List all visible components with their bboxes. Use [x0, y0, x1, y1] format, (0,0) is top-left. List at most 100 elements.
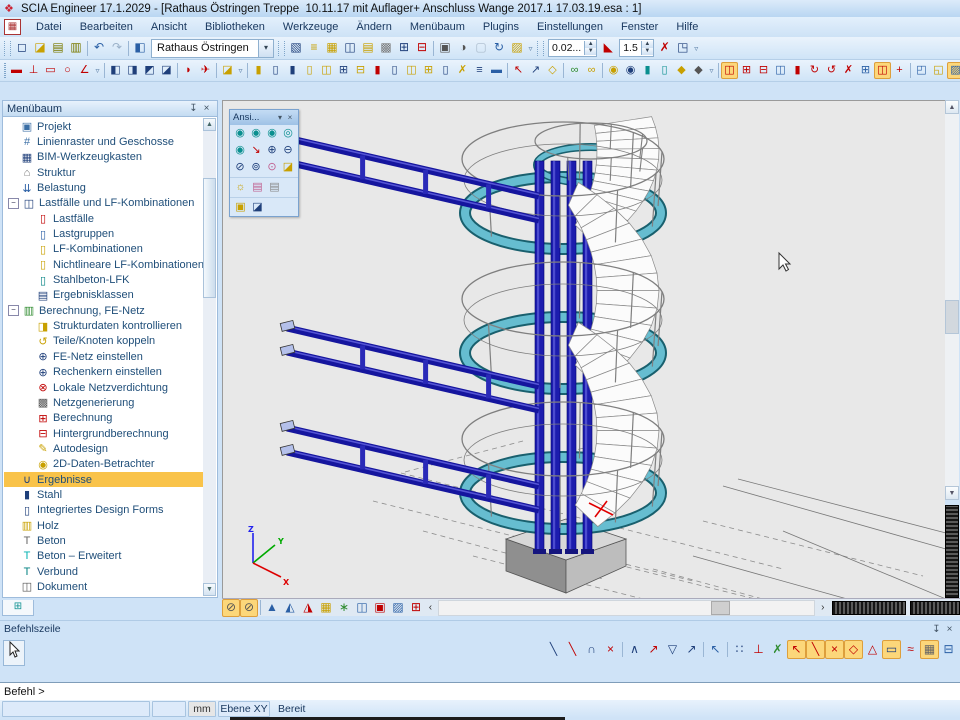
snap-plane-icon[interactable]: ▽: [663, 640, 682, 659]
subregion-icon[interactable]: ⊟: [352, 62, 369, 79]
tree-item-19[interactable]: ⊞Berechnung: [4, 411, 203, 426]
snap-vector-icon[interactable]: ↗: [682, 640, 701, 659]
tree-expander-icon[interactable]: −: [8, 198, 19, 209]
volume-icon[interactable]: ◭: [281, 599, 299, 617]
zoom-all-icon[interactable]: ⊘: [232, 159, 248, 176]
view-dir-3-icon[interactable]: ◉: [264, 125, 280, 142]
menu-plugins[interactable]: Plugins: [474, 19, 528, 35]
toolbar-grip[interactable]: [278, 41, 285, 56]
spinner-arrows[interactable]: ▲▼: [641, 41, 653, 55]
labels-icon[interactable]: ∗: [335, 599, 353, 617]
fly-mode-icon[interactable]: ✈: [197, 62, 214, 79]
scrollbar-thumb[interactable]: [711, 601, 730, 615]
add-icon[interactable]: +: [891, 62, 908, 79]
snap-polygon-icon[interactable]: ▭: [882, 640, 901, 659]
render-mode-icon[interactable]: ◪: [249, 199, 266, 216]
scroll-right-icon[interactable]: ›: [817, 602, 828, 613]
shell-icon[interactable]: ⊞: [420, 62, 437, 79]
unlink-icon[interactable]: ∞: [583, 62, 600, 79]
scroll-left-icon[interactable]: ‹: [425, 602, 436, 613]
member2-icon[interactable]: ▯: [267, 62, 284, 79]
tree-item-11[interactable]: ▤Ergebnisklassen: [4, 288, 203, 303]
toolbar-grip[interactable]: [4, 41, 11, 56]
draw-style2-icon[interactable]: ⊘: [240, 599, 258, 617]
view-x-icon[interactable]: ◰: [913, 62, 930, 79]
menu-ändern[interactable]: Ändern: [347, 19, 400, 35]
member3-icon[interactable]: ▮: [284, 62, 301, 79]
beam-tool-icon[interactable]: ▬: [8, 62, 25, 79]
view-axo-icon[interactable]: ◉: [232, 142, 248, 159]
wall-icon[interactable]: ◫: [403, 62, 420, 79]
open-folder-icon[interactable]: ◪: [219, 62, 236, 79]
tree-item-18[interactable]: ▩Netzgenerierung: [4, 395, 203, 410]
scale-icon[interactable]: ◣: [599, 39, 617, 57]
support2-icon[interactable]: ◫: [772, 62, 789, 79]
copy-icon[interactable]: ◧: [107, 62, 124, 79]
mesh-display-icon[interactable]: ⊞: [407, 599, 425, 617]
tree-item-27[interactable]: TBeton: [4, 533, 203, 548]
mesh-icon[interactable]: ▩: [377, 39, 395, 57]
layers-icon[interactable]: ≡: [305, 39, 323, 57]
results-setup-icon[interactable]: ⊟: [413, 39, 431, 57]
gallery-icon[interactable]: ▨: [508, 39, 526, 57]
link-icon[interactable]: ∞: [566, 62, 583, 79]
diamond-gray-icon[interactable]: ◆: [690, 62, 707, 79]
scrollbar-thumb[interactable]: [203, 178, 216, 298]
view-dir-4-icon[interactable]: ◎: [280, 125, 296, 142]
tree-item-8[interactable]: ▯LF-Kombinationen: [4, 242, 203, 257]
toolbar-grip[interactable]: [4, 63, 6, 78]
zoom-in-icon[interactable]: ⊕: [264, 142, 280, 159]
dimension-icon[interactable]: ◳: [674, 39, 692, 57]
snap-curve-icon[interactable]: ≈: [901, 640, 920, 659]
tree-item-2[interactable]: ▦BIM-Werkzeugkasten: [4, 150, 203, 165]
grid-blue-icon[interactable]: ⊞: [857, 62, 874, 79]
diamond-gold-icon[interactable]: ◆: [673, 62, 690, 79]
tree-item-13[interactable]: ◨Strukturdaten kontrollieren: [4, 318, 203, 333]
snap-angle-icon[interactable]: ∧: [625, 640, 644, 659]
clipbox-icon[interactable]: ▣: [232, 199, 249, 216]
menu-ansicht[interactable]: Ansicht: [142, 19, 196, 35]
zoom-out-icon[interactable]: ⊖: [280, 142, 296, 159]
tree-item-16[interactable]: ⊕Rechenkern einstellen: [4, 365, 203, 380]
print-area-icon[interactable]: ◪: [280, 159, 296, 176]
model-viewport[interactable]: ZYX: [223, 101, 946, 599]
node-icon[interactable]: ◉: [605, 62, 622, 79]
tree-item-30[interactable]: ◫Dokument: [4, 579, 203, 594]
select2-icon[interactable]: ↗: [527, 62, 544, 79]
lips-icon[interactable]: ◗: [180, 62, 197, 79]
menu-datei[interactable]: Datei: [27, 19, 71, 35]
new-file-icon[interactable]: ◻: [13, 39, 31, 57]
tree-item-14[interactable]: ↺Teile/Knoten koppeln: [4, 334, 203, 349]
cross-sections-icon[interactable]: ◫: [341, 39, 359, 57]
tree-item-1[interactable]: #Linienraster und Geschosse: [4, 134, 203, 149]
undo-icon[interactable]: ↶: [90, 39, 108, 57]
library-icon[interactable]: ▤: [359, 39, 377, 57]
snap-dir-icon[interactable]: ↗: [644, 640, 663, 659]
paste-icon[interactable]: ◨: [124, 62, 141, 79]
plate2-icon[interactable]: ▯: [386, 62, 403, 79]
snap-node-icon[interactable]: ◇: [844, 640, 863, 659]
support-icon[interactable]: ◫: [721, 62, 738, 79]
levels-icon[interactable]: ≡: [471, 62, 488, 79]
mirror-icon[interactable]: ◪: [158, 62, 175, 79]
hinge-icon[interactable]: ⊞: [738, 62, 755, 79]
keyboard-entry-icon[interactable]: ⊟: [939, 640, 958, 659]
spinner-arrows[interactable]: ▲▼: [584, 41, 596, 55]
scroll-down-icon[interactable]: ▼: [203, 583, 216, 596]
light-icon[interactable]: ☼: [232, 179, 249, 196]
scroll-down-icon[interactable]: ▼: [945, 486, 959, 500]
tree-item-0[interactable]: ▣Projekt: [4, 119, 203, 134]
view-dir-2-icon[interactable]: ◉: [248, 125, 264, 142]
scroll-up-icon[interactable]: ▲: [203, 118, 216, 131]
view-vertical-scrollbar[interactable]: ▲ ▼: [945, 100, 959, 500]
menu-fenster[interactable]: Fenster: [612, 19, 667, 35]
tree-item-3[interactable]: ⌂Struktur: [4, 165, 203, 180]
menu-bearbeiten[interactable]: Bearbeiten: [71, 19, 142, 35]
scale-spinner[interactable]: 1.5 ▲▼: [619, 39, 654, 57]
tracking-icon[interactable]: ✗: [768, 640, 787, 659]
rigid-arm-icon[interactable]: ▮: [789, 62, 806, 79]
tree-item-23[interactable]: ∪Ergebnisse: [4, 472, 203, 487]
tree-item-5[interactable]: −◫Lastfälle und LF-Kombinationen: [4, 196, 203, 211]
mesh-size-spinner[interactable]: 0.02... ▲▼: [548, 39, 597, 57]
snap-line-icon[interactable]: ╲: [544, 640, 563, 659]
